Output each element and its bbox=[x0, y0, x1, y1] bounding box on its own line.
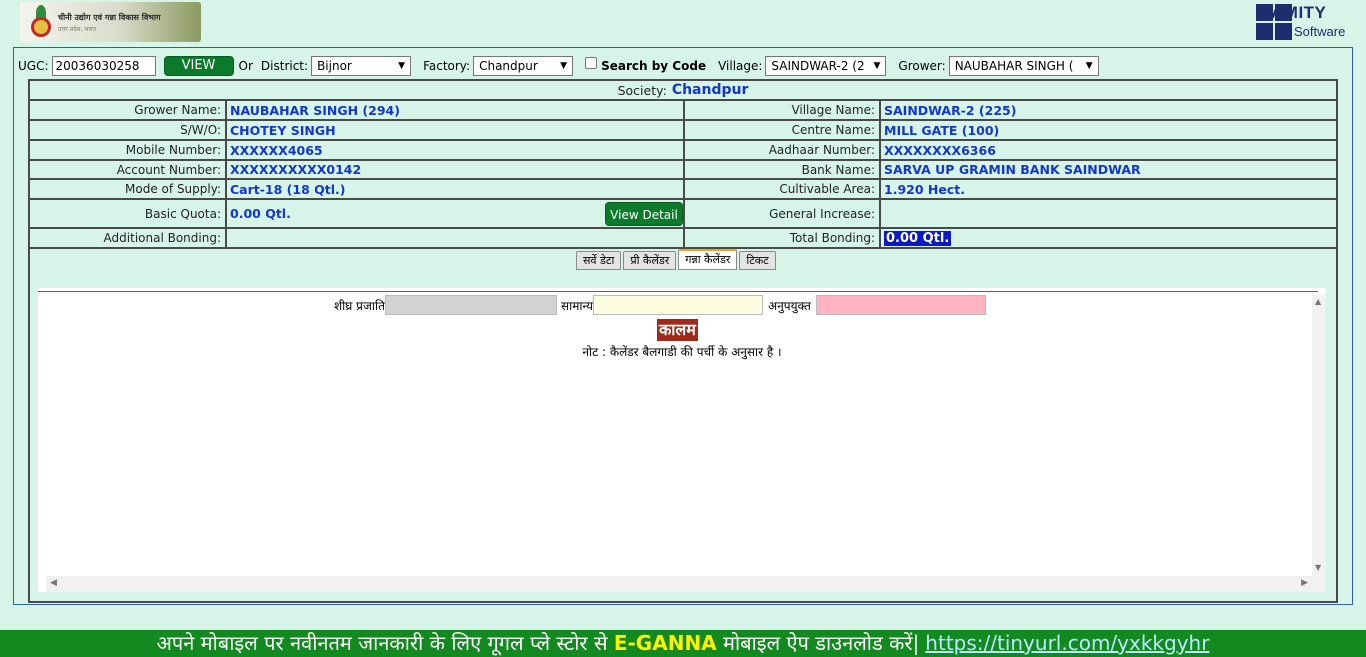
legend-unfit-swatch bbox=[815, 295, 986, 315]
factory-label: Factory: bbox=[423, 59, 471, 73]
society-cell: Society: Chandpur bbox=[30, 81, 1336, 99]
ugc-input[interactable] bbox=[51, 56, 156, 76]
village-select[interactable]: SAINDWAR-2 (2 ▼ bbox=[765, 56, 887, 76]
calendar-legend: शीघ्र प्रजाति सामान्य अनुपयुक्त bbox=[334, 295, 986, 315]
calendar-note: नोट : कैलेंडर बैलगाडी की पर्ची के अनुसार… bbox=[582, 345, 782, 359]
bank-label: Bank Name: bbox=[801, 162, 875, 177]
factory-select-value: Chandpur bbox=[479, 59, 538, 73]
ugc-label: UGC: bbox=[18, 59, 49, 73]
view-button[interactable]: VIEW bbox=[163, 56, 234, 76]
area-value: 1.920 Hect. bbox=[884, 181, 965, 197]
total-value-cell: 0.00 Qtl. bbox=[881, 229, 1336, 247]
village-label: Village: bbox=[718, 59, 763, 73]
legend-early-label: शीघ्र प्रजाति bbox=[334, 298, 385, 313]
department-logo: चीनी उद्योग एवं गन्ना विकास विभाग उत्तर … bbox=[20, 2, 201, 42]
tab-pre-calendar[interactable]: प्री कैलेंडर bbox=[623, 251, 677, 270]
society-label: Society: bbox=[617, 82, 667, 98]
increase-label: General Increase: bbox=[769, 206, 875, 221]
account-label: Account Number: bbox=[116, 162, 221, 177]
chevron-down-icon: ▼ bbox=[398, 61, 406, 71]
society-value: Chandpur bbox=[671, 82, 749, 98]
grower-select[interactable]: NAUBAHAR SINGH ( ▼ bbox=[948, 56, 1099, 76]
banner-text-2: मोबाइल ऐप डाउनलोड करें| bbox=[716, 631, 920, 655]
horizontal-scrollbar[interactable]: ◀ ▶ bbox=[46, 576, 1312, 592]
download-app-banner: अपने मोबाइल पर नवीनतम जानकारी के लिए गूग… bbox=[0, 630, 1366, 657]
info-row: Account Number: XXXXXXXXXX0142 Bank Name… bbox=[30, 161, 1336, 180]
tab-ticket[interactable]: टिकट bbox=[739, 251, 776, 270]
legend-general-label: सामान्य bbox=[560, 298, 593, 313]
app-download-link[interactable]: https://tinyurl.com/yxkkgyhr bbox=[925, 631, 1209, 655]
grower-name-value: NAUBAHAR SINGH (294) bbox=[230, 102, 400, 118]
grower-label: Grower: bbox=[898, 59, 946, 73]
village-name-value: SAINDWAR-2 (225) bbox=[884, 102, 1017, 118]
supply-label: Mode of Supply: bbox=[125, 182, 221, 196]
aadhaar-label: Aadhaar Number: bbox=[768, 143, 875, 157]
amity-brand-word: AMITY bbox=[1271, 3, 1327, 22]
or-label: Or bbox=[238, 59, 253, 73]
emblem-icon bbox=[30, 5, 52, 39]
centre-name-value: MILL GATE (100) bbox=[884, 122, 1000, 138]
scroll-right-icon[interactable]: ▶ bbox=[1301, 578, 1308, 588]
additional-label: Additional Bonding: bbox=[103, 231, 221, 245]
bank-value: SARVA UP GRAMIN BANK SAINDWAR bbox=[884, 162, 1141, 177]
mobile-label: Mobile Number: bbox=[125, 143, 221, 157]
main-panel: UGC: VIEW Or District: Bijnor ▼ Factory:… bbox=[13, 47, 1353, 605]
mobile-value: XXXXXX4065 bbox=[230, 142, 323, 158]
search-by-code-label: Search by Code bbox=[601, 59, 707, 73]
supply-value: Cart-18 (18 Qtl.) bbox=[230, 181, 346, 197]
area-label: Cultivable Area: bbox=[779, 182, 875, 196]
village-name-label: Village Name: bbox=[791, 103, 875, 117]
district-select-value: Bijnor bbox=[317, 59, 352, 73]
vertical-scrollbar[interactable]: ▲ ▼ bbox=[1312, 295, 1326, 592]
legend-unfit-label: अनुपयुक्त bbox=[767, 298, 811, 313]
filter-bar: UGC: VIEW Or District: Bijnor ▼ Factory:… bbox=[18, 55, 1099, 77]
legend-general-swatch bbox=[592, 295, 763, 315]
view-detail-button[interactable]: View Detail bbox=[605, 202, 683, 226]
village-select-value: SAINDWAR-2 (2 bbox=[771, 59, 865, 73]
info-row: Mode of Supply: Cart-18 (18 Qtl.) Cultiv… bbox=[30, 180, 1336, 200]
chevron-down-icon: ▼ bbox=[1085, 61, 1093, 71]
tab-survey-data[interactable]: सर्वे डेटा bbox=[576, 251, 622, 270]
tab-bar: सर्वे डेटा प्री कैलेंडर गन्ना कैलेंडर टि… bbox=[576, 249, 778, 270]
calendar-content: शीघ्र प्रजाति सामान्य अनुपयुक्त कालम नोट… bbox=[38, 288, 1326, 592]
info-row: Additional Bonding: Total Bonding: 0.00 … bbox=[30, 229, 1336, 249]
district-label: District: bbox=[260, 59, 309, 73]
amity-software-logo: AMITY Software bbox=[1256, 3, 1352, 40]
divider bbox=[38, 291, 1318, 292]
centre-name-label: Centre Name: bbox=[791, 123, 875, 137]
grower-info-table: Society: Chandpur Grower Name: NAUBAHAR … bbox=[28, 79, 1338, 603]
search-by-code-checkbox[interactable] bbox=[585, 57, 598, 69]
quota-label: Basic Quota: bbox=[144, 206, 221, 221]
grower-select-value: NAUBAHAR SINGH ( bbox=[954, 59, 1074, 73]
factory-select[interactable]: Chandpur ▼ bbox=[473, 56, 574, 76]
info-row: Grower Name: NAUBAHAR SINGH (294) Villag… bbox=[30, 101, 1336, 121]
swo-label: S/W/O: bbox=[180, 123, 221, 137]
chevron-down-icon: ▼ bbox=[560, 61, 568, 71]
scroll-left-icon[interactable]: ◀ bbox=[50, 578, 57, 588]
banner-text: अपने मोबाइल पर नवीनतम जानकारी के लिए गूग… bbox=[156, 631, 614, 655]
total-value: 0.00 Qtl. bbox=[884, 230, 952, 246]
logo-title: चीनी उद्योग एवं गन्ना विकास विभाग bbox=[58, 12, 161, 22]
society-row: Society: Chandpur bbox=[30, 81, 1336, 101]
chevron-down-icon: ▼ bbox=[873, 61, 881, 71]
district-select[interactable]: Bijnor ▼ bbox=[311, 56, 412, 76]
info-row: Mobile Number: XXXXXX4065 Aadhaar Number… bbox=[30, 141, 1336, 161]
scroll-up-icon[interactable]: ▲ bbox=[1315, 297, 1321, 306]
amity-brand-sub: Software bbox=[1294, 24, 1346, 39]
total-label: Total Bonding: bbox=[789, 231, 875, 245]
swo-value: CHOTEY SINGH bbox=[230, 122, 336, 138]
aadhaar-value: XXXXXXXX6366 bbox=[884, 142, 996, 158]
info-row: Basic Quota: 0.00 Qtl. View Detail Gener… bbox=[30, 200, 1336, 229]
increase-value bbox=[881, 200, 1336, 227]
logo-subtitle: उत्तर प्रदेश, भारत bbox=[58, 25, 96, 33]
additional-value bbox=[227, 229, 682, 247]
column-header: कालम bbox=[657, 319, 698, 341]
grower-name-label: Grower Name: bbox=[134, 103, 221, 117]
account-value: XXXXXXXXXX0142 bbox=[230, 162, 362, 177]
tab-cane-calendar[interactable]: गन्ना कैलेंडर bbox=[678, 249, 738, 270]
legend-early-swatch bbox=[384, 295, 557, 315]
info-row: S/W/O: CHOTEY SINGH Centre Name: MILL GA… bbox=[30, 121, 1336, 141]
scroll-down-icon[interactable]: ▼ bbox=[1315, 563, 1321, 572]
banner-app-name: E-GANNA bbox=[613, 631, 717, 655]
